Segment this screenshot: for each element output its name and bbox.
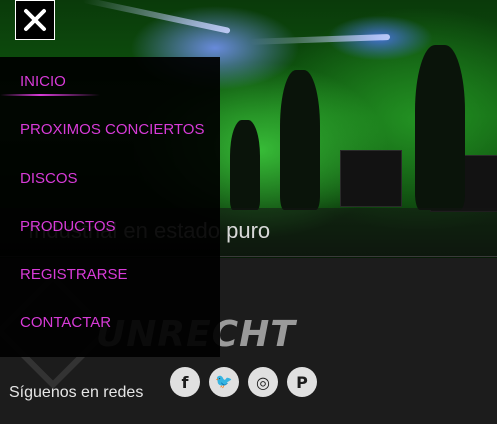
active-indicator <box>0 94 100 96</box>
facebook-icon[interactable]: f <box>170 367 200 397</box>
musician <box>280 70 320 210</box>
nav-drawer: INICIO PROXIMOS CONCIERTOS DISCOS PRODUC… <box>0 57 220 357</box>
menu-item-discos[interactable]: DISCOS <box>20 170 78 187</box>
twitter-icon[interactable]: 🐦 <box>209 367 239 397</box>
menu-item-productos[interactable]: PRODUCTOS <box>20 218 116 235</box>
close-icon <box>24 9 46 31</box>
stage-light-beam <box>82 0 231 34</box>
instagram-icon[interactable]: ◎ <box>248 367 278 397</box>
menu-item-registrarse[interactable]: REGISTRARSE <box>20 266 128 283</box>
close-button[interactable] <box>15 0 55 40</box>
social-label: Síguenos en redes <box>9 384 144 401</box>
menu-item-contactar[interactable]: CONTACTAR <box>20 314 111 331</box>
pinterest-icon[interactable]: P <box>287 367 317 397</box>
menu-item-inicio[interactable]: INICIO <box>20 73 66 90</box>
musician <box>230 120 260 210</box>
menu-item-proximos-conciertos[interactable]: PROXIMOS CONCIERTOS <box>20 121 204 138</box>
stage-light-beam <box>249 34 391 45</box>
musician <box>415 45 465 210</box>
amp <box>340 150 402 207</box>
